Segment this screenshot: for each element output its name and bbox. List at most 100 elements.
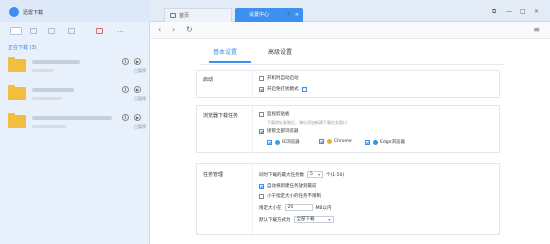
clipboard-checkbox[interactable] bbox=[259, 111, 264, 117]
play-button[interactable]: ▶ bbox=[134, 86, 141, 93]
minimize-icon[interactable]: — bbox=[506, 8, 512, 15]
list-item[interactable]: Ⅱ ▶ 已暂停 bbox=[0, 112, 150, 140]
chrome-checkbox[interactable] bbox=[319, 139, 324, 144]
download-mode-row: 默认下载方式为 全部下载 ▾ bbox=[259, 216, 337, 223]
tab-basic-settings[interactable]: 基本设置 bbox=[213, 47, 237, 56]
max-tasks-stepper[interactable]: 5 ▾ bbox=[307, 171, 323, 178]
item-size bbox=[32, 97, 62, 100]
item-size bbox=[32, 69, 54, 72]
browser-takeover-section: 浏览器下载任务 监视剪贴板 下载地址复制后，弹出添加新建下载任务窗口 接管全部浏… bbox=[196, 105, 500, 154]
app-title: 迅雷下载 bbox=[23, 10, 44, 16]
nav-bar: ‹ › ↻ ≡ bbox=[150, 22, 550, 39]
item-status: 已暂停 bbox=[134, 124, 146, 129]
pause-button[interactable]: Ⅱ bbox=[122, 58, 129, 65]
active-tab-indicator bbox=[209, 61, 251, 63]
sidebar: 迅雷下载 … 正在下载 (3) Ⅱ ▶ 已暂停 Ⅱ ▶ 已暂停 Ⅱ ▶ 已暂停 bbox=[0, 0, 150, 244]
new-task-top-label: 自动将新建任务放到最前 bbox=[267, 184, 317, 189]
chevron-down-icon[interactable]: ▾ bbox=[318, 172, 320, 177]
maximize-icon[interactable]: □ bbox=[520, 8, 526, 15]
download-mode-value: 全部下载 bbox=[296, 217, 315, 222]
close-window-icon[interactable]: × bbox=[534, 8, 539, 15]
chrome-label: Chrome bbox=[334, 139, 352, 144]
forward-icon[interactable]: › bbox=[172, 25, 175, 35]
max-tasks-value: 5 bbox=[310, 172, 313, 177]
folder-icon bbox=[8, 85, 26, 100]
download-mode-label: 默认下载方式为 bbox=[259, 217, 291, 223]
max-tasks-row: 同时下载的最大任务数 5 ▾ 个(1-50) bbox=[259, 171, 344, 178]
pause-button[interactable]: Ⅱ bbox=[122, 114, 129, 121]
max-tasks-label: 同时下载的最大任务数 bbox=[259, 172, 304, 178]
edge-icon bbox=[373, 139, 378, 145]
close-tab-icon[interactable]: × bbox=[295, 8, 299, 22]
tab-home[interactable]: 首页 bbox=[164, 8, 232, 22]
browser-chrome-option[interactable]: Chrome bbox=[319, 139, 352, 144]
browser-takeover-title: 浏览器下载任务 bbox=[203, 113, 239, 119]
ie-checkbox[interactable] bbox=[267, 139, 272, 145]
browser-edge-option[interactable]: Edge浏览器 bbox=[365, 139, 405, 145]
download-mode-select[interactable]: 全部下载 ▾ bbox=[293, 216, 334, 223]
play-button[interactable]: ▶ bbox=[134, 58, 141, 65]
size-limit-checkbox[interactable] bbox=[259, 193, 264, 199]
clipboard-hint: 下载地址复制后，弹出添加新建下载任务窗口 bbox=[267, 120, 347, 125]
startup-title: 启动 bbox=[203, 77, 214, 83]
add-tab-icon[interactable]: + bbox=[285, 9, 292, 18]
list-item[interactable]: Ⅱ ▶ 已暂停 bbox=[0, 84, 150, 112]
tab-home-label: 首页 bbox=[179, 13, 190, 19]
item-size bbox=[32, 125, 66, 128]
task-management-section: 任务管理 同时下载的最大任务数 5 ▾ 个(1-50) 自动将新建任务放到最前 … bbox=[196, 163, 500, 236]
divider bbox=[252, 71, 253, 99]
size-limit-option[interactable]: 小于指定大小的任务不限制 bbox=[259, 193, 321, 199]
tab-bar: 首页 设置中心 × + ⧉ — □ × bbox=[150, 0, 550, 22]
limit-size-label: 限定大小在 bbox=[259, 205, 282, 211]
settings-tabs: 基本设置 高级设置 bbox=[150, 40, 550, 64]
new-task-button[interactable] bbox=[10, 27, 22, 35]
takeover-all-checkbox[interactable] bbox=[259, 128, 264, 134]
list-item[interactable]: Ⅱ ▶ 已暂停 bbox=[0, 56, 150, 84]
pause-icon[interactable] bbox=[48, 28, 55, 34]
limit-size-input[interactable]: 20 bbox=[284, 204, 313, 211]
divider bbox=[252, 164, 253, 236]
chrome-icon bbox=[327, 139, 332, 144]
edge-label: Edge浏览器 bbox=[380, 140, 405, 145]
item-status: 已暂停 bbox=[134, 68, 146, 73]
task-management-title: 任务管理 bbox=[203, 172, 224, 178]
app-logo-icon bbox=[9, 7, 19, 17]
nodisturb-checkbox[interactable] bbox=[259, 86, 264, 92]
edge-checkbox[interactable] bbox=[365, 139, 370, 145]
sidebar-toolbar: … bbox=[0, 24, 150, 38]
nodisturb-option[interactable]: 开启免打扰模式 i bbox=[259, 86, 307, 92]
refresh-icon[interactable]: ↻ bbox=[186, 25, 193, 35]
divider bbox=[252, 106, 253, 154]
delete-icon[interactable] bbox=[96, 28, 103, 34]
back-icon[interactable]: ‹ bbox=[158, 25, 161, 35]
clipboard-option[interactable]: 监视剪贴板 bbox=[259, 111, 290, 117]
new-task-top-checkbox[interactable] bbox=[259, 183, 264, 189]
play-button[interactable]: ▶ bbox=[134, 114, 141, 121]
item-name bbox=[32, 60, 80, 64]
tab-advanced-settings[interactable]: 高级设置 bbox=[268, 47, 292, 56]
restore-icon[interactable]: ⧉ bbox=[492, 8, 496, 16]
start-icon[interactable] bbox=[30, 28, 37, 34]
pause-button[interactable]: Ⅱ bbox=[122, 86, 129, 93]
ie-label: IE浏览器 bbox=[282, 140, 300, 145]
tab-settings[interactable]: 设置中心 × bbox=[235, 8, 303, 22]
tab-settings-label: 设置中心 bbox=[249, 12, 270, 18]
clipboard-label: 监视剪贴板 bbox=[267, 112, 290, 117]
max-tasks-unit: 个(1-50) bbox=[326, 172, 345, 178]
autostart-label: 开机时自动启动 bbox=[267, 76, 299, 81]
browser-ie-option[interactable]: IE浏览器 bbox=[267, 139, 300, 145]
more-icon[interactable]: … bbox=[117, 26, 124, 34]
startup-section: 启动 开机时自动启动 开启免打扰模式 i bbox=[196, 70, 500, 99]
limit-size-row: 限定大小在 20 MB以内 bbox=[259, 204, 331, 211]
folder-icon[interactable] bbox=[68, 28, 75, 34]
item-name bbox=[32, 88, 74, 92]
new-task-top-option[interactable]: 自动将新建任务放到最前 bbox=[259, 183, 317, 189]
info-icon[interactable]: i bbox=[301, 86, 307, 92]
takeover-all-option[interactable]: 接管全部浏览器 bbox=[259, 128, 299, 134]
autostart-checkbox[interactable] bbox=[259, 75, 264, 81]
limit-size-value: 20 bbox=[287, 205, 294, 210]
chevron-down-icon[interactable]: ▾ bbox=[328, 217, 330, 222]
folder-icon bbox=[8, 57, 26, 72]
autostart-option[interactable]: 开机时自动启动 bbox=[259, 75, 299, 81]
menu-icon[interactable]: ≡ bbox=[533, 25, 540, 34]
